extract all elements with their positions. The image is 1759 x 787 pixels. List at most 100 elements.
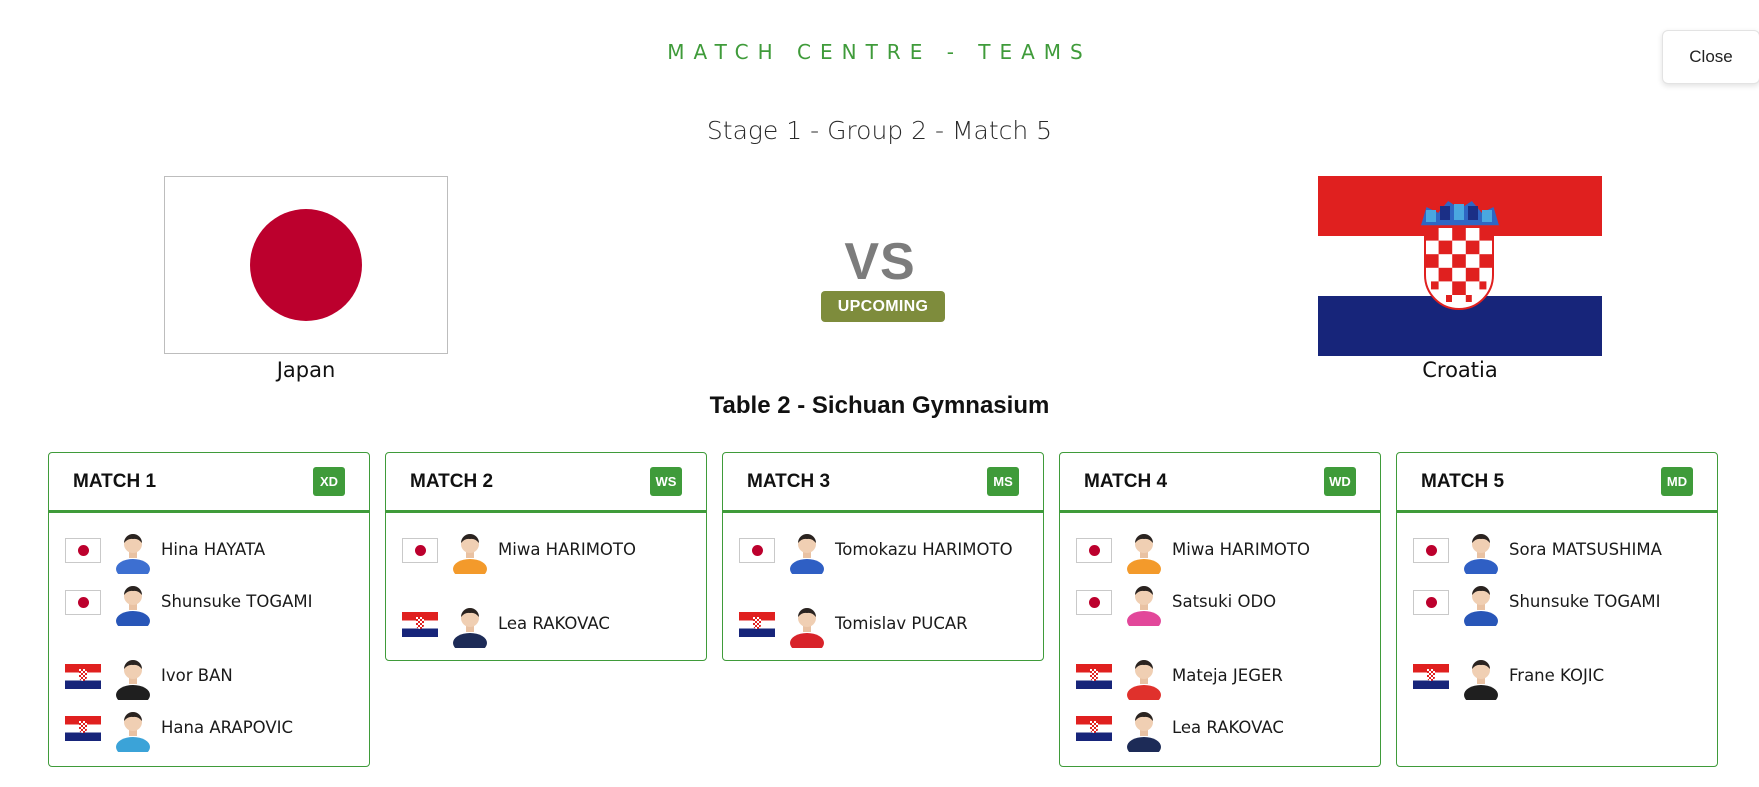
match-card-header: MATCH 3 MS — [723, 453, 1043, 513]
player-name[interactable]: Hina HAYATA — [161, 540, 265, 559]
croatia-flag-icon — [65, 664, 101, 689]
player-name[interactable]: Satsuki ODO — [1172, 592, 1276, 611]
player-avatar — [1461, 528, 1501, 579]
player-name[interactable]: Shunsuke TOGAMI — [161, 592, 313, 611]
player-name[interactable]: Miwa HARIMOTO — [498, 540, 636, 559]
match-type-badge: WD — [1324, 467, 1356, 496]
japan-flag-icon — [739, 538, 775, 563]
match-type-badge: XD — [313, 467, 345, 496]
player-name[interactable]: Hana ARAPOVIC — [161, 718, 293, 737]
player-avatar — [787, 528, 827, 579]
player-row[interactable]: Satsuki ODO — [1060, 577, 1380, 631]
match-card-body: Sora MATSUSHIMA Shunsuke TOGAMI Frane KOJI… — [1397, 513, 1717, 705]
match-label: MATCH 1 — [73, 471, 157, 492]
player-avatar — [1461, 654, 1501, 705]
match-card-header: MATCH 4 WD — [1060, 453, 1380, 513]
player-row[interactable]: Hina HAYATA — [49, 525, 369, 579]
player-name[interactable]: Miwa HARIMOTO — [1172, 540, 1310, 559]
match-card[interactable]: MATCH 3 MS Tomokazu HARIMOTO Tomislav PUCAR — [722, 452, 1044, 661]
croatia-flag-icon — [402, 612, 438, 637]
japan-flag-icon — [65, 590, 101, 615]
croatia-flag — [1318, 176, 1602, 356]
match-type-badge: WS — [650, 467, 682, 496]
match-card-body: Hina HAYATA Shunsuke TOGAMI Ivor BAN Hana A… — [49, 513, 369, 757]
match-card[interactable]: MATCH 4 WD Miwa HARIMOTO Satsuki ODO Mateja … — [1059, 452, 1381, 767]
team-separator — [386, 577, 706, 599]
flag-disc — [250, 209, 362, 321]
away-team-name: Croatia — [1422, 358, 1498, 382]
player-row[interactable]: Shunsuke TOGAMI — [1397, 577, 1717, 631]
player-row[interactable]: Hana ARAPOVIC — [49, 703, 369, 757]
player-avatar — [1124, 528, 1164, 579]
player-name[interactable]: Lea RAKOVAC — [498, 614, 610, 633]
japan-flag — [164, 176, 448, 354]
player-name[interactable]: Shunsuke TOGAMI — [1509, 592, 1661, 611]
player-row[interactable]: Frane KOJIC — [1397, 651, 1717, 705]
match-label: MATCH 3 — [747, 471, 831, 492]
player-row[interactable]: Miwa HARIMOTO — [1060, 525, 1380, 579]
player-avatar — [113, 528, 153, 579]
player-row[interactable]: Lea RAKOVAC — [386, 599, 706, 653]
match-card-body: Tomokazu HARIMOTO Tomislav PUCAR — [723, 513, 1043, 653]
status-badge: UPCOMING — [821, 291, 945, 322]
player-row[interactable]: Sora MATSUSHIMA — [1397, 525, 1717, 579]
croatia-flag-icon — [1076, 664, 1112, 689]
venue-title: Table 2 - Sichuan Gymnasium — [709, 392, 1050, 419]
team-separator — [1397, 629, 1717, 651]
close-button[interactable]: Close — [1662, 30, 1759, 84]
player-avatar — [450, 602, 490, 653]
player-name[interactable]: Mateja JEGER — [1172, 666, 1283, 685]
croatia-flag-icon — [65, 716, 101, 741]
player-row[interactable]: Ivor BAN — [49, 651, 369, 705]
player-avatar — [113, 580, 153, 631]
japan-flag-icon — [1413, 590, 1449, 615]
player-name[interactable]: Tomislav PUCAR — [835, 614, 968, 633]
player-avatar — [1124, 706, 1164, 757]
player-avatar — [1461, 580, 1501, 631]
match-card-body: Miwa HARIMOTO Satsuki ODO Mateja JEGER Lea … — [1060, 513, 1380, 757]
japan-flag-icon — [1413, 538, 1449, 563]
vs-label: VS — [844, 233, 916, 291]
team-separator — [49, 629, 369, 651]
stage-title: Stage 1 - Group 2 - Match 5 — [706, 116, 1053, 145]
croatia-flag-icon — [1076, 716, 1112, 741]
match-label: MATCH 2 — [410, 471, 494, 492]
match-card-header: MATCH 1 XD — [49, 453, 369, 513]
team-separator — [1060, 629, 1380, 651]
player-avatar — [450, 528, 490, 579]
player-row[interactable]: Miwa HARIMOTO — [386, 525, 706, 579]
match-type-badge: MS — [987, 467, 1019, 496]
match-card[interactable]: MATCH 2 WS Miwa HARIMOTO Lea RAKOVAC — [385, 452, 707, 661]
player-row[interactable]: Shunsuke TOGAMI — [49, 577, 369, 631]
player-row[interactable]: Tomokazu HARIMOTO — [723, 525, 1043, 579]
player-avatar — [1124, 580, 1164, 631]
match-card-header: MATCH 2 WS — [386, 453, 706, 513]
player-avatar — [113, 654, 153, 705]
player-name[interactable]: Sora MATSUSHIMA — [1509, 540, 1662, 559]
match-card-body: Miwa HARIMOTO Lea RAKOVAC — [386, 513, 706, 653]
japan-flag-icon — [1076, 538, 1112, 563]
match-label: MATCH 4 — [1084, 471, 1168, 492]
japan-flag-icon — [1076, 590, 1112, 615]
player-name[interactable]: Frane KOJIC — [1509, 666, 1604, 685]
player-row[interactable]: Tomislav PUCAR — [723, 599, 1043, 653]
page-title: MATCH CENTRE - TEAMS — [667, 40, 1092, 64]
match-card[interactable]: MATCH 5 MD Sora MATSUSHIMA Shunsuke TOGAMI F… — [1396, 452, 1718, 767]
player-avatar — [113, 706, 153, 757]
player-name[interactable]: Lea RAKOVAC — [1172, 718, 1284, 737]
player-avatar — [1124, 654, 1164, 705]
croatia-flag-icon — [739, 612, 775, 637]
match-card-header: MATCH 5 MD — [1397, 453, 1717, 513]
team-separator — [723, 577, 1043, 599]
player-avatar — [787, 602, 827, 653]
match-label: MATCH 5 — [1421, 471, 1505, 492]
home-team-name: Japan — [276, 358, 336, 382]
match-card[interactable]: MATCH 1 XD Hina HAYATA Shunsuke TOGAMI Ivor … — [48, 452, 370, 767]
japan-flag-icon — [65, 538, 101, 563]
match-type-badge: MD — [1661, 467, 1693, 496]
player-row[interactable]: Lea RAKOVAC — [1060, 703, 1380, 757]
player-name[interactable]: Ivor BAN — [161, 666, 233, 685]
japan-flag-icon — [402, 538, 438, 563]
player-name[interactable]: Tomokazu HARIMOTO — [835, 540, 1013, 559]
player-row[interactable]: Mateja JEGER — [1060, 651, 1380, 705]
